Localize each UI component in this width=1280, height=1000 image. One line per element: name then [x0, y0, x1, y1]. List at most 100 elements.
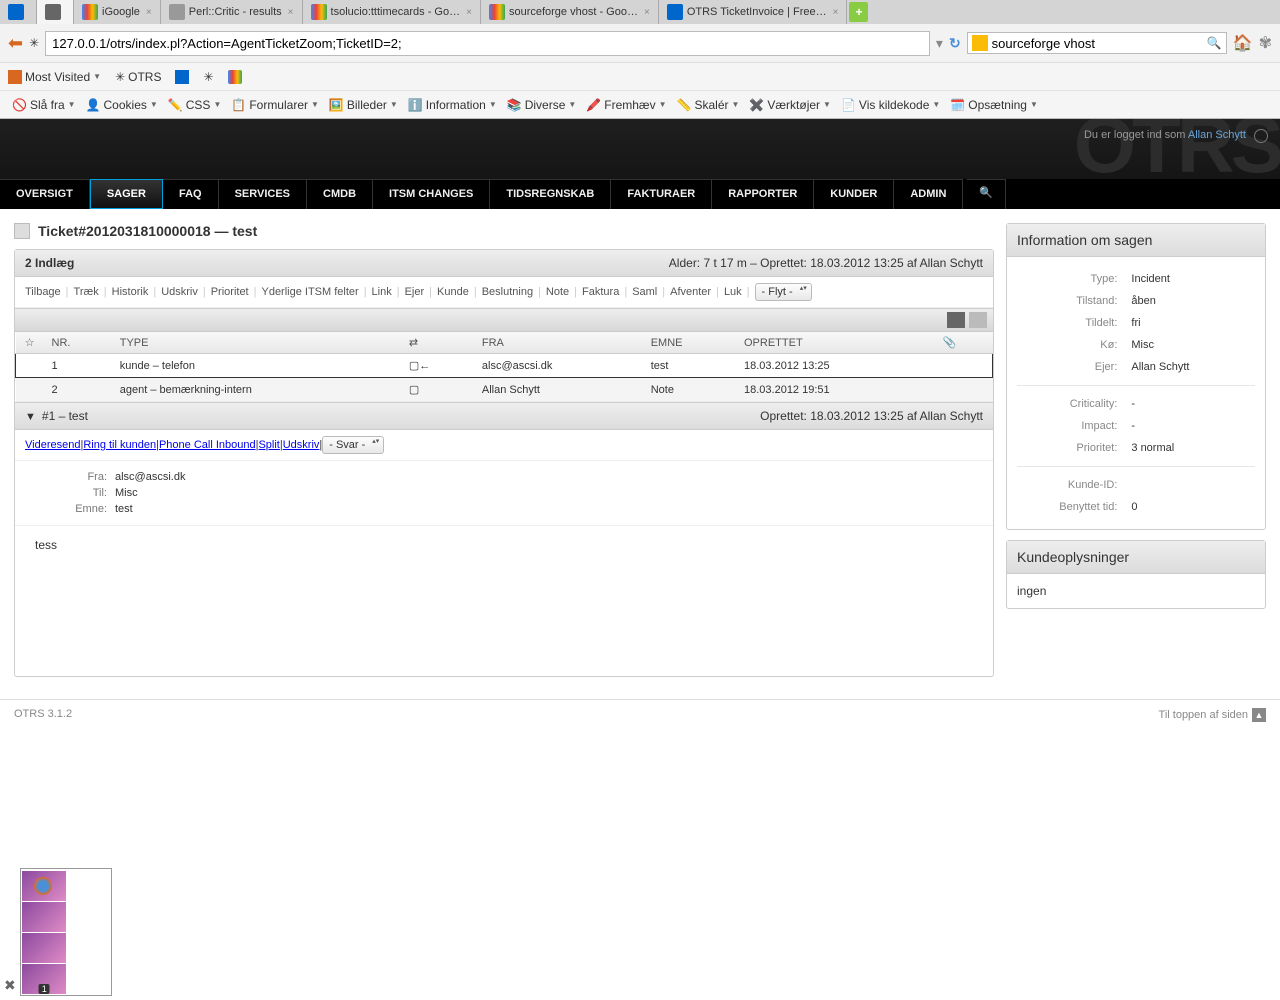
- dock-thumb[interactable]: [22, 902, 66, 932]
- ticket-action[interactable]: Tilbage: [25, 286, 61, 298]
- home-button[interactable]: 🏠: [1233, 33, 1253, 53]
- ticket-action[interactable]: Træk: [74, 286, 99, 298]
- ticket-action[interactable]: Yderlige ITSM felter: [261, 286, 358, 298]
- devbar-item[interactable]: ℹ️Information▼: [404, 98, 501, 112]
- ticket-action[interactable]: Faktura: [582, 286, 619, 298]
- close-icon[interactable]: ×: [833, 7, 839, 18]
- reply-select[interactable]: - Svar -: [322, 436, 384, 454]
- ticket-action[interactable]: Kunde: [437, 286, 469, 298]
- ticket-action[interactable]: Note: [546, 286, 569, 298]
- collapse-icon[interactable]: ▼: [25, 411, 36, 423]
- dock-thumb[interactable]: [22, 933, 66, 963]
- col-star[interactable]: ☆: [16, 332, 44, 354]
- nav-item[interactable]: FAQ: [163, 179, 219, 209]
- tab-3[interactable]: Perl::Critic - results×: [161, 0, 303, 24]
- devbar-item[interactable]: 📏Skalér▼: [673, 98, 744, 112]
- col-fra[interactable]: FRA: [474, 332, 643, 354]
- reload-button[interactable]: ↻: [949, 35, 961, 52]
- ticket-action[interactable]: Afventer: [670, 286, 711, 298]
- dock-thumbnails[interactable]: 1: [20, 868, 112, 996]
- nav-item[interactable]: KUNDER: [814, 179, 894, 209]
- tab-1[interactable]: [37, 0, 74, 24]
- info-row: Tilstand:åben: [1019, 291, 1253, 311]
- ticket-action[interactable]: Historik: [112, 286, 149, 298]
- devbar-item[interactable]: ✏️CSS▼: [164, 98, 226, 112]
- article-action[interactable]: Ring til kunden: [83, 439, 156, 451]
- article-action[interactable]: Split: [258, 439, 279, 451]
- bookmark-most-visited[interactable]: Most Visited▼: [8, 70, 101, 84]
- close-icon[interactable]: ×: [288, 7, 294, 18]
- top-link[interactable]: Til toppen af siden▲: [1159, 708, 1266, 722]
- close-icon[interactable]: ×: [146, 7, 152, 18]
- devbar-item[interactable]: 🚫Slå fra▼: [8, 98, 80, 112]
- col-att[interactable]: 📎: [934, 332, 992, 354]
- ticket-action[interactable]: Ejer: [405, 286, 425, 298]
- logout-button[interactable]: [1254, 129, 1268, 143]
- ticket-action[interactable]: Prioritet: [211, 286, 249, 298]
- col-type[interactable]: TYPE: [112, 332, 401, 354]
- nav-item[interactable]: FAKTURAER: [611, 179, 712, 209]
- search-box[interactable]: 🔍: [967, 32, 1227, 54]
- col-nr[interactable]: NR.: [44, 332, 112, 354]
- article-action[interactable]: Videresend: [25, 439, 80, 451]
- tab-0[interactable]: [0, 0, 37, 24]
- nav-item[interactable]: TIDSREGNSKAB: [490, 179, 611, 209]
- article-action[interactable]: Udskriv: [283, 439, 320, 451]
- nav-item[interactable]: ITSM CHANGES: [373, 179, 490, 209]
- bookmark-star[interactable]: ✳: [203, 70, 213, 84]
- ticket-action[interactable]: Udskriv: [161, 286, 198, 298]
- close-icon[interactable]: ×: [466, 7, 472, 18]
- dock-thumb[interactable]: [22, 871, 66, 901]
- article-action[interactable]: Phone Call Inbound: [159, 439, 256, 451]
- devbar-item[interactable]: ✖️Værktøjer▼: [745, 98, 835, 112]
- devbar-item[interactable]: 📄Vis kildekode▼: [837, 98, 944, 112]
- bookmark-button[interactable]: ▾: [936, 35, 943, 52]
- tab-4[interactable]: tsolucio:tttimecards - Go…×: [303, 0, 481, 24]
- bookmark-sf[interactable]: [175, 70, 189, 84]
- back-button[interactable]: ⬅: [8, 33, 23, 54]
- nav-item[interactable]: ADMIN: [894, 179, 963, 209]
- ticket-action[interactable]: Saml: [632, 286, 657, 298]
- nav-item[interactable]: CMDB: [307, 179, 373, 209]
- nav-item[interactable]: SERVICES: [219, 179, 307, 209]
- ticket-action[interactable]: Luk: [724, 286, 742, 298]
- devbar-item[interactable]: 🖍️Fremhæv▼: [582, 98, 670, 112]
- nav-item[interactable]: SAGER: [90, 179, 163, 209]
- nav-item[interactable]: OVERSIGT: [0, 179, 90, 209]
- tab-5[interactable]: sourceforge vhost - Goo…×: [481, 0, 659, 24]
- tab-6[interactable]: OTRS TicketInvoice | Free…×: [659, 0, 848, 24]
- devbar-item[interactable]: 👤Cookies▼: [82, 98, 162, 112]
- tab-bar: iGoogle× Perl::Critic - results× tsoluci…: [0, 0, 1280, 24]
- col-emne[interactable]: EMNE: [643, 332, 736, 354]
- dock-thumb[interactable]: 1: [22, 964, 66, 994]
- dock-close-button[interactable]: ✖: [4, 977, 16, 994]
- nav-search-button[interactable]: 🔍: [967, 179, 1006, 209]
- nav-item[interactable]: RAPPORTER: [712, 179, 814, 209]
- col-dir[interactable]: ⇄: [401, 332, 474, 354]
- move-select[interactable]: - Flyt -: [755, 283, 812, 301]
- view-expand-button[interactable]: [969, 312, 987, 328]
- search-icon[interactable]: 🔍: [1207, 36, 1222, 50]
- new-tab-button[interactable]: +: [849, 2, 868, 22]
- devbar-item[interactable]: 📋Formularer▼: [227, 98, 323, 112]
- table-row[interactable]: 1kunde – telefon▢←alsc@ascsi.dktest18.03…: [16, 354, 993, 378]
- bookmark-otrs[interactable]: ✳OTRS: [115, 70, 161, 84]
- col-oprettet[interactable]: OPRETTET: [736, 332, 934, 354]
- devbar-item[interactable]: 🗓️Opsætning▼: [946, 98, 1042, 112]
- close-icon[interactable]: ×: [644, 7, 650, 18]
- tab-2[interactable]: iGoogle×: [74, 0, 161, 24]
- login-user-link[interactable]: Allan Schytt: [1188, 129, 1246, 141]
- devbar-item[interactable]: 🖼️Billeder▼: [325, 98, 402, 112]
- table-row[interactable]: 2agent – bemærkning-intern▢Allan SchyttN…: [16, 378, 993, 402]
- site-icon: ✳: [29, 36, 39, 50]
- ticket-action[interactable]: Beslutning: [482, 286, 533, 298]
- view-compact-button[interactable]: [947, 312, 965, 328]
- folder-icon: [8, 70, 22, 84]
- bookmark-google[interactable]: [228, 70, 242, 84]
- search-input[interactable]: [992, 36, 1207, 51]
- addon-button[interactable]: ✾: [1259, 33, 1272, 53]
- ticket-action[interactable]: Link: [372, 286, 392, 298]
- url-input[interactable]: [45, 31, 930, 56]
- ticket-flag-icon[interactable]: [14, 223, 30, 239]
- devbar-item[interactable]: 📚Diverse▼: [503, 98, 581, 112]
